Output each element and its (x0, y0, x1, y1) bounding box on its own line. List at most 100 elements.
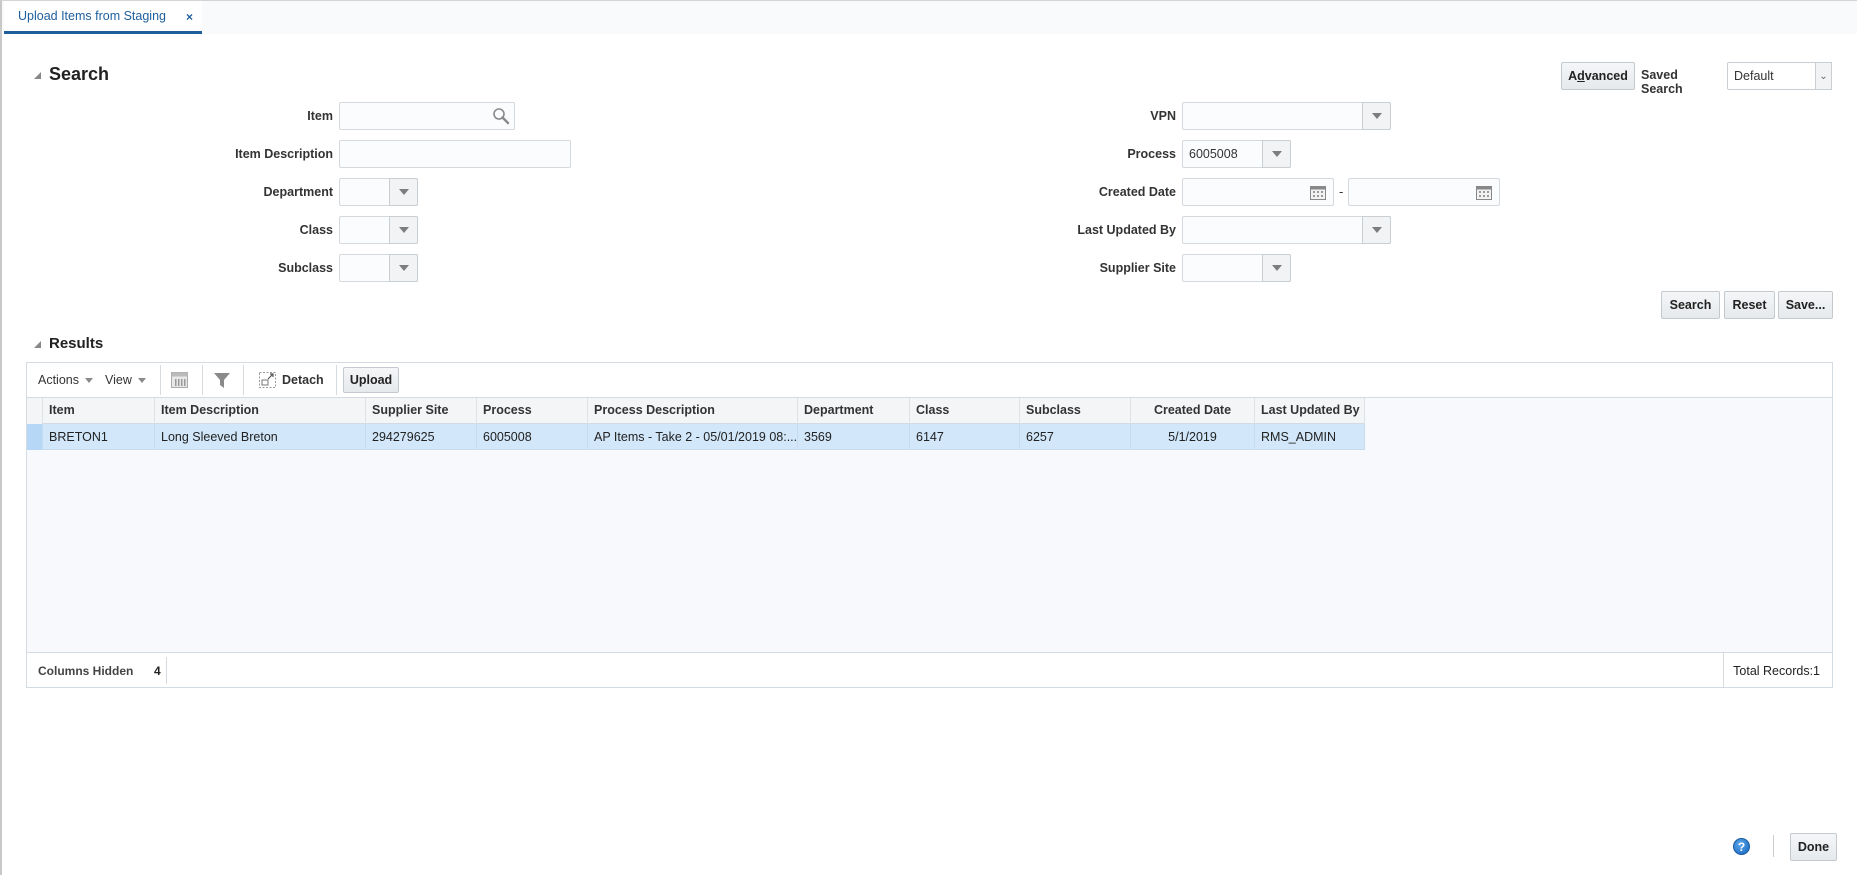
search-section-header[interactable]: Search (34, 64, 109, 85)
export-button[interactable] (171, 363, 188, 397)
created-date-to-input[interactable] (1348, 178, 1500, 206)
table-row[interactable]: BRETON1 Long Sleeved Breton 294279625 60… (27, 424, 1365, 450)
created-date-label: Created Date (1098, 185, 1176, 199)
done-label: Done (1797, 840, 1830, 854)
results-title: Results (49, 335, 104, 352)
dropdown-arrow-icon[interactable] (1362, 216, 1391, 244)
cell-department: 3569 (798, 424, 910, 450)
tab-upload-items-from-staging[interactable]: Upload Items from Staging × (4, 1, 202, 34)
actions-menu[interactable]: Actions (38, 363, 93, 397)
advanced-button[interactable]: Advanced (1561, 62, 1635, 90)
row-selector[interactable] (27, 424, 43, 450)
table-status-bar: Columns Hidden 4 Total Records:1 (27, 652, 1832, 688)
table-header: Item Item Description Supplier Site Proc… (27, 398, 1365, 424)
tab-label: Upload Items from Staging (18, 9, 166, 23)
filter-button[interactable] (214, 363, 230, 397)
disclosure-triangle-icon[interactable] (34, 341, 41, 348)
chevron-down-icon (137, 378, 146, 383)
close-icon[interactable]: × (186, 10, 193, 24)
view-menu[interactable]: View (105, 363, 146, 397)
search-title: Search (49, 64, 110, 84)
row-header-column (27, 398, 43, 424)
dropdown-arrow-icon[interactable] (389, 254, 418, 282)
actions-label: Actions (38, 373, 79, 387)
column-header-class[interactable]: Class (910, 398, 1020, 424)
column-header-department[interactable]: Department (798, 398, 910, 424)
process-value: 6005008 (1189, 147, 1238, 161)
item-label: Item (307, 109, 333, 123)
upload-button[interactable]: Upload (343, 367, 399, 393)
column-header-supplier-site[interactable]: Supplier Site (366, 398, 477, 424)
cell-process-description: AP Items - Take 2 - 05/01/2019 08:... (588, 424, 798, 450)
created-date-from-input[interactable] (1182, 178, 1334, 206)
column-header-last-updated-by[interactable]: Last Updated By (1255, 398, 1365, 424)
supplier-site-select[interactable] (1182, 254, 1291, 282)
item-description-label: Item Description (235, 147, 333, 161)
status-divider (1723, 653, 1724, 688)
reset-button[interactable]: Reset (1724, 291, 1775, 319)
cell-last-updated-by: RMS_ADMIN (1255, 424, 1365, 450)
export-excel-icon (171, 372, 188, 388)
subclass-label: Subclass (278, 261, 333, 275)
dropdown-arrow-icon[interactable] (1262, 254, 1291, 282)
done-button[interactable]: Done (1790, 833, 1837, 861)
detach-button[interactable]: Detach (259, 363, 324, 397)
dropdown-arrow-icon[interactable] (1262, 140, 1291, 168)
column-header-item[interactable]: Item (43, 398, 155, 424)
disclosure-triangle-icon[interactable] (34, 72, 41, 79)
cell-item-description: Long Sleeved Breton (155, 424, 366, 450)
date-range-separator: - (1339, 184, 1344, 199)
item-input[interactable] (339, 102, 515, 130)
toolbar-divider (160, 365, 161, 395)
save-button-label: Save... (1785, 298, 1826, 312)
search-button[interactable]: Search (1661, 291, 1720, 319)
calendar-icon[interactable] (1476, 185, 1492, 200)
vpn-select[interactable] (1182, 102, 1391, 130)
results-section-header[interactable]: Results (34, 335, 103, 352)
dropdown-arrow-icon[interactable] (389, 216, 418, 244)
cell-class: 6147 (910, 424, 1020, 450)
status-divider (166, 657, 167, 684)
save-button[interactable]: Save... (1778, 291, 1833, 319)
toolbar-divider (336, 365, 337, 395)
last-updated-by-label: Last Updated By (1077, 223, 1176, 237)
cell-item: BRETON1 (43, 424, 155, 450)
column-header-process[interactable]: Process (477, 398, 588, 424)
columns-hidden-count[interactable]: 4 (154, 664, 161, 678)
class-select[interactable] (339, 216, 418, 244)
column-header-item-description[interactable]: Item Description (155, 398, 366, 424)
detach-label: Detach (282, 373, 324, 387)
filter-icon (214, 372, 230, 388)
chevron-down-icon[interactable]: ⌄ (1815, 62, 1832, 90)
process-label: Process (1127, 147, 1176, 161)
search-icon[interactable] (492, 107, 510, 125)
column-header-created-date[interactable]: Created Date (1131, 398, 1255, 424)
chevron-down-icon (85, 378, 93, 383)
reset-button-label: Reset (1732, 298, 1767, 312)
saved-search-label: Saved Search (1641, 68, 1683, 96)
tab-bar: Upload Items from Staging × (2, 1, 1857, 34)
toolbar-divider (243, 365, 244, 395)
calendar-icon[interactable] (1310, 185, 1326, 200)
class-label: Class (299, 223, 333, 237)
dropdown-arrow-icon[interactable] (1362, 102, 1391, 130)
help-icon[interactable]: ? (1733, 838, 1750, 855)
vpn-label: VPN (1150, 109, 1176, 123)
department-select[interactable] (339, 178, 418, 206)
column-header-subclass[interactable]: Subclass (1020, 398, 1131, 424)
cell-process: 6005008 (477, 424, 588, 450)
cell-supplier-site: 294279625 (366, 424, 477, 450)
department-label: Department (263, 185, 333, 199)
results-toolbar: Actions View Detach Upload (27, 363, 1832, 398)
results-table-panel: Actions View Detach Upload Item Item Des… (26, 362, 1833, 688)
subclass-select[interactable] (339, 254, 418, 282)
column-header-process-description[interactable]: Process Description (588, 398, 798, 424)
last-updated-by-select[interactable] (1182, 216, 1391, 244)
item-description-input[interactable] (339, 140, 571, 168)
saved-search-value: Default (1734, 69, 1774, 83)
columns-hidden-label: Columns Hidden (38, 664, 134, 678)
view-label: View (105, 373, 132, 387)
process-select[interactable]: 6005008 (1182, 140, 1291, 168)
saved-search-select[interactable]: Default ⌄ (1727, 62, 1832, 90)
dropdown-arrow-icon[interactable] (389, 178, 418, 206)
